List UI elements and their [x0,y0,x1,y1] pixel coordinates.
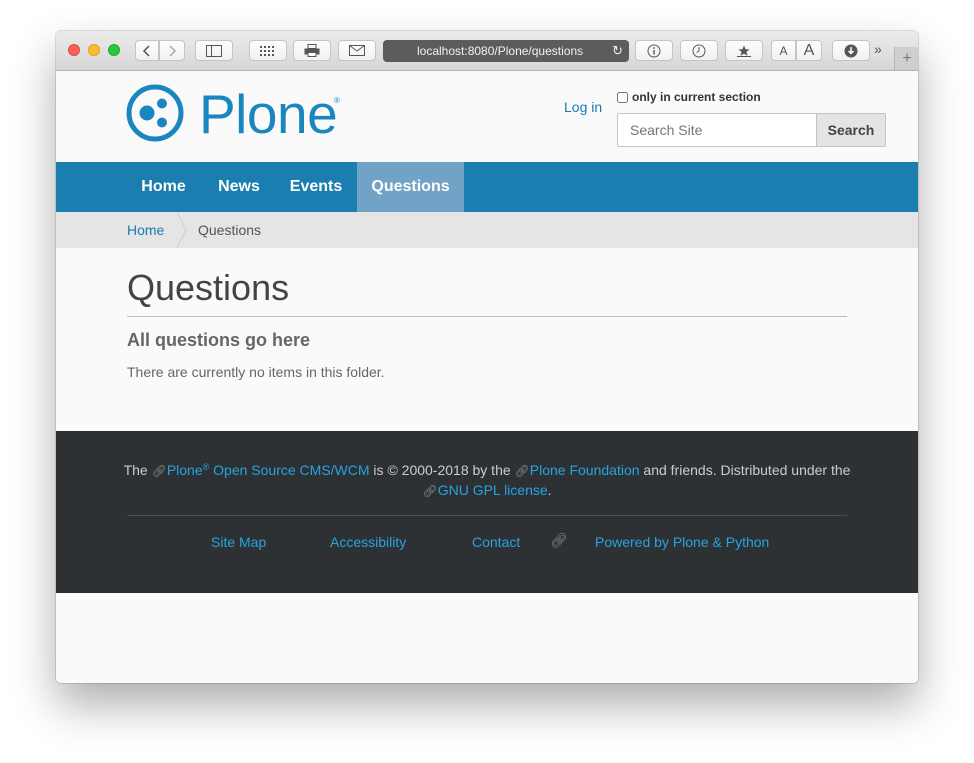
login-link[interactable]: Log in [564,99,602,115]
footer-link-powered[interactable]: Powered by Plone & Python [595,534,769,550]
footer-credits: The 🔗︎Plone® Open Source CMS/WCM is © 20… [56,462,918,478]
forward-button[interactable] [159,40,185,61]
footer-text-friends: and friends. Distributed under the [643,462,851,478]
font-larger-label: A [803,41,815,59]
footer-link-accessibility[interactable]: Accessibility [330,534,406,550]
footer-plone-link[interactable]: Plone® Open Source CMS/WCM [167,462,370,478]
footer-registered-mark: ® [202,462,210,472]
link-icon: 🔗︎ [550,532,568,548]
logo-text[interactable]: Plone [199,79,338,149]
link-icon: 🔗︎ [514,464,530,478]
address-url: localhost:8080/Plone/questions [417,44,584,58]
info-icon [647,44,661,57]
footer-cms-label: Open Source CMS/WCM [213,462,370,478]
grid-icon [260,45,274,56]
footer-text-years: 2000-2018 by the [401,462,511,478]
more-chevron-icon[interactable]: » [874,41,882,57]
clock-icon [692,44,706,57]
reload-icon[interactable]: ↻ [612,40,623,62]
font-smaller-button[interactable]: A [771,40,796,61]
print-button[interactable] [293,40,331,61]
download-icon [844,44,858,57]
close-window-button[interactable] [68,44,80,56]
global-nav: Home News Events Questions [56,162,918,212]
font-smaller-label: A [779,43,788,58]
bookmark-button[interactable] [725,40,763,61]
site-header: Plone ® Log in only in current section S… [56,71,918,162]
envelope-icon [349,45,365,56]
footer-divider [127,515,847,516]
current-section-checkbox[interactable] [617,91,628,103]
footer-foundation-link[interactable]: Plone Foundation [530,462,640,478]
empty-folder-message: There are currently no items in this fol… [127,364,385,380]
nav-item-events[interactable]: Events [280,162,352,212]
search-input[interactable] [617,113,817,147]
page-title: Questions [127,267,290,308]
current-section-option[interactable]: only in current section [617,90,761,104]
search-button[interactable]: Search [816,113,886,147]
mail-button[interactable] [338,40,376,61]
site-footer: The 🔗︎Plone® Open Source CMS/WCM is © 20… [56,431,918,593]
footer-text-the: The [123,462,148,478]
nav-item-home[interactable]: Home [127,162,200,212]
link-icon: 🔗︎ [422,484,438,498]
address-bar[interactable]: localhost:8080/Plone/questions ↻ [383,40,629,62]
title-divider [127,316,847,317]
info-button[interactable] [635,40,673,61]
footer-plone-label: Plone [166,462,203,478]
footer-period: . [547,482,552,498]
breadcrumb-separator-icon [176,212,187,248]
page-description: All questions go here [127,330,311,350]
footer-text-is: is [373,462,384,478]
sidebar-button[interactable] [195,40,233,61]
plone-logo-icon[interactable] [126,84,184,142]
breadcrumb: Home Questions [56,212,918,248]
star-icon [737,45,751,57]
breadcrumb-home[interactable]: Home [127,222,164,238]
breadcrumb-current: Questions [198,222,262,238]
footer-gpl-link[interactable]: GNU GPL license [438,482,548,498]
chevron-left-icon [142,44,150,57]
logo-registered-mark: ® [334,96,340,105]
footer-link-sitemap[interactable]: Site Map [211,534,266,550]
downloads-button[interactable] [832,40,870,61]
browser-window: localhost:8080/Plone/questions ↻ A A » + [56,31,918,683]
history-button[interactable] [680,40,718,61]
zoom-window-button[interactable] [108,44,120,56]
footer-copyright: © [387,462,398,478]
back-button[interactable] [135,40,159,61]
nav-item-questions[interactable]: Questions [357,162,464,212]
printer-icon [304,44,320,57]
minimize-window-button[interactable] [88,44,100,56]
current-section-label: only in current section [632,90,761,104]
sidebar-icon [206,44,222,57]
link-icon: 🔗︎ [151,464,167,478]
top-sites-button[interactable] [249,40,287,61]
main-content: Questions All questions go here There ar… [56,248,918,431]
browser-toolbar: localhost:8080/Plone/questions ↻ A A » + [56,31,918,71]
font-larger-button[interactable]: A [796,40,822,61]
new-tab-button[interactable]: + [894,47,918,70]
footer-link-contact[interactable]: Contact [472,534,520,550]
footer-license: 🔗︎GNU GPL license. [56,482,918,498]
nav-item-news[interactable]: News [207,162,271,212]
chevron-right-icon [169,44,177,57]
page-bottom [56,593,918,683]
